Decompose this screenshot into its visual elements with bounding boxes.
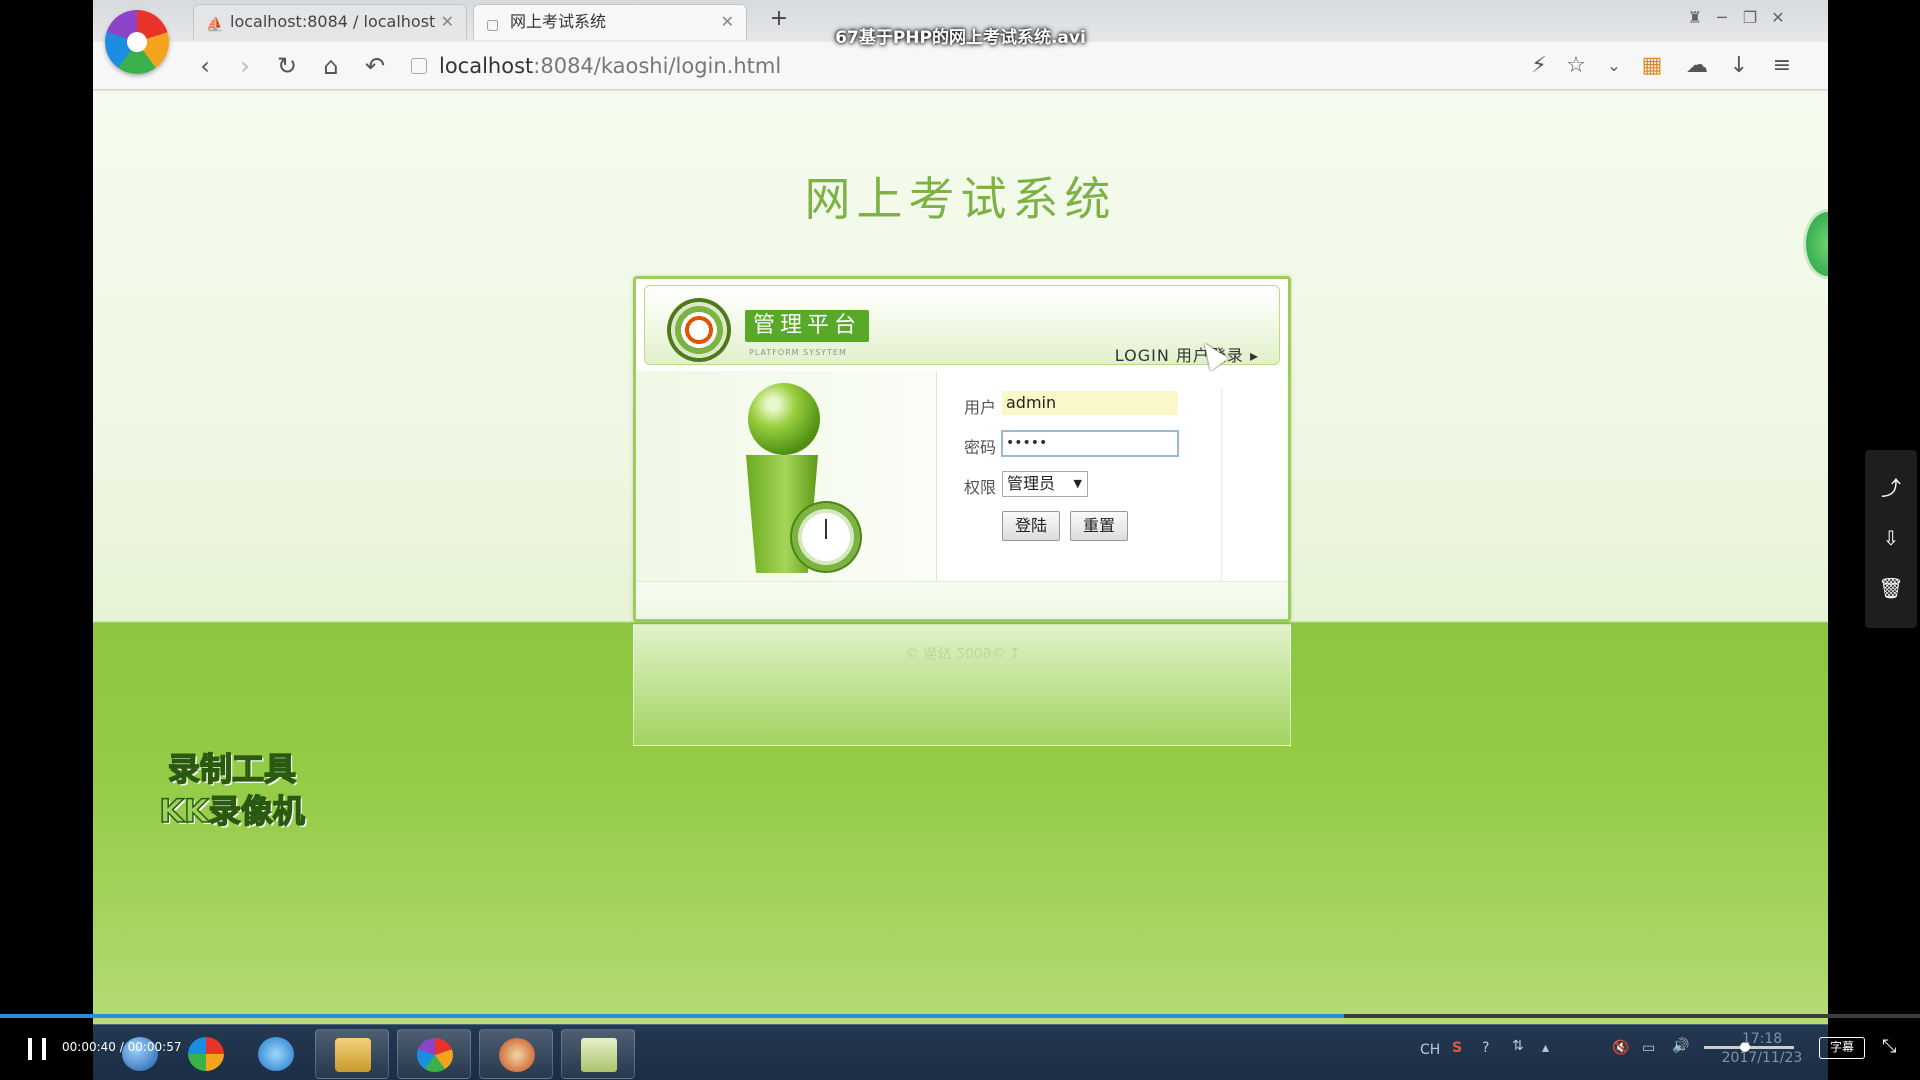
recorder-watermark: 录制工具 KK录像机	[137, 748, 327, 832]
url-host: localhost	[439, 54, 534, 78]
figure-head-icon	[748, 383, 820, 455]
page-title: 网上考试系统	[804, 172, 1117, 226]
undo-icon[interactable]: ↶	[359, 50, 391, 82]
security-icon	[411, 58, 427, 74]
home-icon[interactable]: ⌂	[315, 50, 347, 82]
reset-button[interactable]: 重置	[1070, 511, 1128, 541]
reflection-text: © 版权 2009© 1	[905, 644, 1019, 660]
login-panel: 管理平台 PLATFORM SYSYTEM LOGIN 用户登录 ▸ 用户 ad…	[633, 276, 1291, 622]
login-button[interactable]: 登陆	[1002, 511, 1060, 541]
download-icon[interactable]: ⇩	[1865, 512, 1917, 564]
share-icon[interactable]: ⤴	[1865, 462, 1917, 514]
cloud-icon[interactable]: ☁	[1681, 50, 1713, 82]
clock-date: 2017/11/23	[1721, 1050, 1803, 1066]
time-readout: 00:00:40 / 00:00:57	[62, 1040, 182, 1054]
divider	[936, 371, 937, 581]
watermark-line: KK录像机	[158, 791, 305, 831]
delete-icon[interactable]: 🗑	[1865, 562, 1917, 614]
reload-icon[interactable]: ↻	[271, 50, 303, 82]
panel-brand: 管理平台	[745, 310, 870, 342]
sogou-icon[interactable]: S	[1452, 1040, 1462, 1056]
video-frame: ⛵ localhost:8084 / localhost ✕ ▢ 网上考试系统 ✕ …	[93, 0, 1828, 1030]
exit-fullscreen-icon[interactable]: ⤡	[1882, 1036, 1896, 1057]
dropdown-arrow-icon: ▼	[1073, 477, 1082, 490]
clock-icon	[790, 501, 862, 573]
star-icon[interactable]: ☆	[1560, 50, 1592, 82]
panel-footer	[636, 581, 1288, 619]
volume-icon[interactable]: 🔊	[1672, 1038, 1689, 1054]
role-label: 权限	[964, 478, 997, 497]
illustration	[636, 371, 936, 581]
menu-icon[interactable]: ≡	[1766, 50, 1798, 82]
pause-button[interactable]	[26, 1038, 48, 1060]
address-bar[interactable]: localhost:8084/kaoshi/login.html	[405, 50, 1605, 82]
download-icon[interactable]: ↓	[1723, 50, 1755, 82]
role-value: 管理员	[1007, 474, 1056, 493]
chevron-down-icon[interactable]: ⌄	[1598, 50, 1630, 82]
apps-icon[interactable]: ▦	[1636, 50, 1668, 82]
password-input[interactable]: •••••	[1001, 430, 1179, 457]
password-label: 密码	[964, 438, 997, 457]
url-path: :8084/kaoshi/login.html	[533, 54, 782, 78]
role-select[interactable]: 管理员 ▼	[1002, 471, 1088, 497]
network-icon[interactable]: ⇅	[1512, 1038, 1524, 1054]
help-icon[interactable]: ?	[1482, 1040, 1489, 1056]
player-stage: ⛵ localhost:8084 / localhost ✕ ▢ 网上考试系统 ✕ …	[0, 0, 1920, 1080]
mute-icon[interactable]: 🔇	[1612, 1040, 1629, 1056]
target-logo-icon	[667, 298, 731, 362]
back-icon[interactable]: ‹	[189, 50, 221, 82]
panel-reflection: © 版权 2009© 1	[633, 624, 1291, 746]
user-label: 用户	[964, 398, 997, 417]
login-caption: LOGIN 用户登录 ▸	[1114, 346, 1259, 365]
monitor-icon[interactable]: ▭	[1642, 1040, 1655, 1056]
player-controls: 00:00:40 / 00:00:57	[0, 1018, 1920, 1080]
web-page: 网上考试系统 管理平台 PLATFORM SYSYTEM LOGIN 用户登录 …	[93, 91, 1828, 1030]
system-clock: 17:18 2017/11/23	[1712, 1030, 1812, 1068]
forward-icon[interactable]: ›	[229, 50, 261, 82]
ime-indicator[interactable]: CH	[1420, 1042, 1440, 1058]
username-input[interactable]: admin	[1002, 391, 1178, 415]
clock-time: 17:18	[1741, 1031, 1783, 1047]
divider	[1221, 389, 1222, 581]
panel-brand-sub: PLATFORM SYSYTEM	[749, 348, 847, 357]
side-toolbar: ⤴ ⇩ 🗑	[1865, 450, 1917, 628]
watermark-line: 录制工具	[167, 749, 297, 789]
tray-expand-icon[interactable]: ▴	[1542, 1040, 1549, 1056]
lightning-icon[interactable]: ⚡	[1523, 50, 1555, 82]
subtitle-button[interactable]: 字幕	[1819, 1037, 1865, 1059]
panel-header: 管理平台 PLATFORM SYSYTEM LOGIN 用户登录 ▸	[644, 285, 1280, 365]
video-title: 67基于PHP的网上考试系统.avi	[835, 28, 1086, 48]
